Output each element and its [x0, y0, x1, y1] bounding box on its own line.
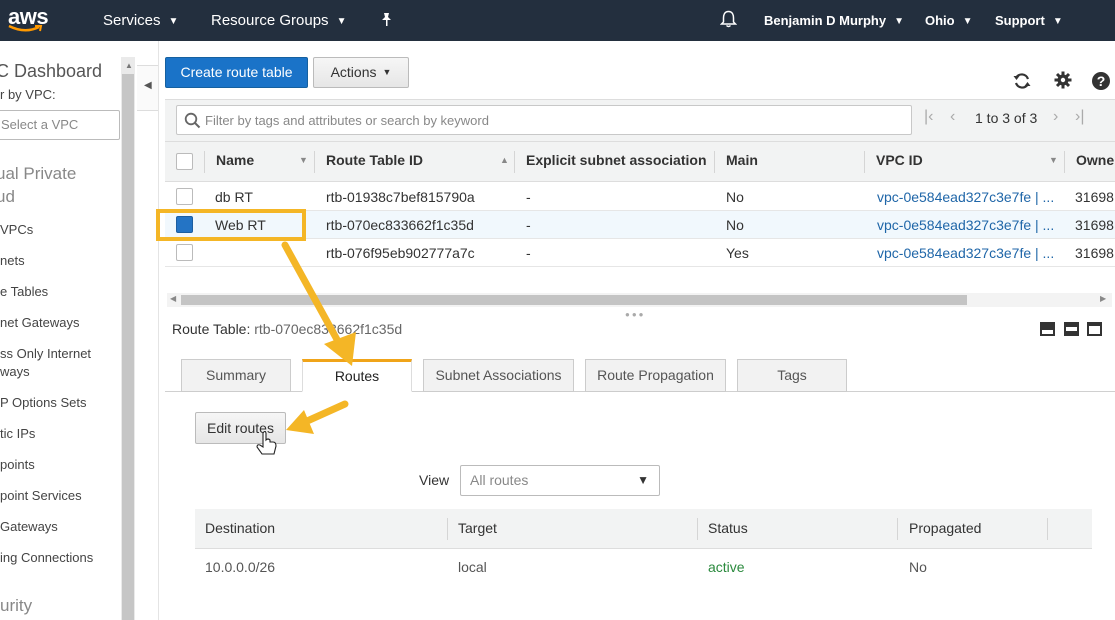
- hand-cursor-icon: [256, 430, 277, 455]
- app-root: aws Services ▼ Resource Groups ▼ Benjami…: [0, 0, 1115, 620]
- arrow-to-edit-routes-icon: [286, 400, 349, 434]
- annotation-arrows: [256, 241, 356, 455]
- arrow-to-routes-tab-icon: [281, 241, 356, 366]
